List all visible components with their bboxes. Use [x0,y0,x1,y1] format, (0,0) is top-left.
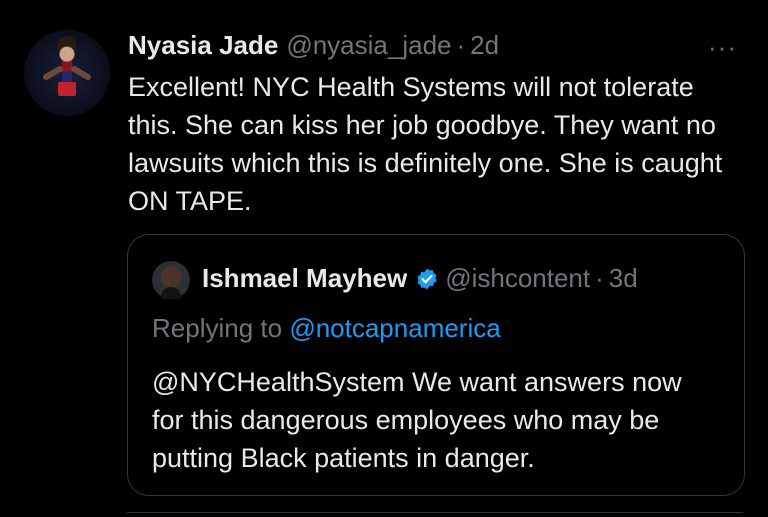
post-text: Excellent! NYC Health Systems will not t… [128,72,723,216]
post-timestamp[interactable]: 2d [470,30,499,61]
quoted-post-card[interactable]: Ishmael Mayhew @ishcontent · 3d Replying… [127,234,745,496]
quoted-author-avatar[interactable] [152,261,190,299]
quoted-author-name[interactable]: Ishmael Mayhew [202,263,407,294]
quoted-post-text: @NYCHealthSystem We want answers now for… [152,367,682,473]
replying-to-mention[interactable]: @notcapnamerica [289,313,500,343]
post-author-handle[interactable]: @nyasia_jade [286,30,451,61]
avatar-figure-arm-right [69,64,93,82]
verified-badge-icon [415,267,439,291]
post-author-avatar[interactable] [24,30,110,116]
quoted-timestamp[interactable]: 3d [609,263,638,294]
more-horizontal-icon[interactable]: ··· [708,32,737,63]
quoted-post-header: Ishmael Mayhew @ishcontent · 3d [202,263,638,294]
post-header-separator: · [456,30,466,60]
avatar-figure-arm-left [41,64,65,82]
next-card-edge [127,512,743,517]
replying-to-line: Replying to @notcapnamerica [152,313,501,344]
avatar-figure-skirt [58,82,76,96]
quoted-header-separator: · [595,263,604,293]
replying-to-prefix: Replying to [152,313,290,343]
post-header: Nyasia Jade @nyasia_jade · 2d [128,30,499,60]
quoted-author-handle[interactable]: @ishcontent [445,263,590,294]
post-author-name[interactable]: Nyasia Jade [128,30,278,61]
